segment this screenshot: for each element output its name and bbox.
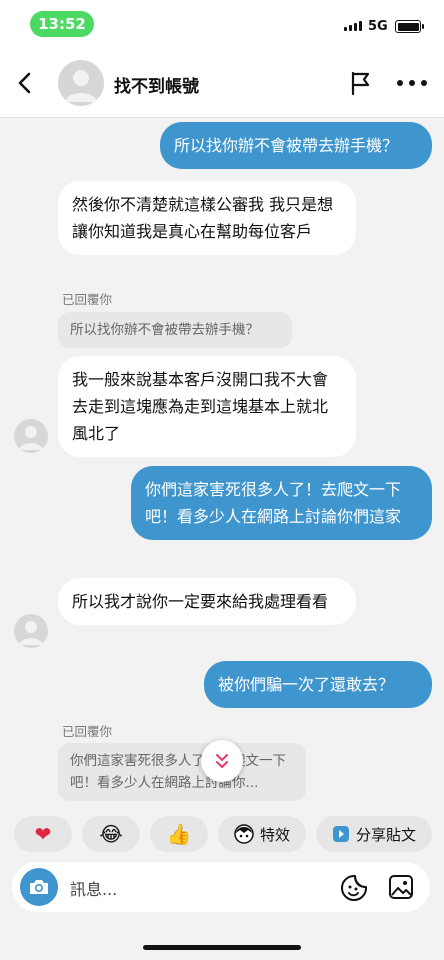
camera-icon: [30, 880, 48, 894]
default-avatar-icon: [19, 621, 43, 645]
message-sent[interactable]: 所以找你辦不會被帶去辦手機？: [160, 122, 432, 169]
signal-icon: [344, 21, 362, 31]
flag-icon: [351, 71, 370, 96]
more-dots-icon: [397, 80, 403, 86]
quick-reaction-thumbs-up[interactable]: 👍: [150, 816, 208, 852]
message-received[interactable]: 所以我才說你一定要來給我處理看看: [58, 578, 356, 625]
default-avatar-icon: [65, 70, 97, 102]
default-avatar-icon: [19, 426, 43, 450]
effects-label: 特效: [259, 825, 290, 844]
message-sent[interactable]: 被你們騙一次了還敢去？: [204, 661, 432, 708]
camera-button[interactable]: [20, 868, 58, 906]
message-input[interactable]: 訊息...: [70, 876, 117, 900]
more-options-button[interactable]: [397, 70, 427, 96]
sender-avatar[interactable]: [14, 614, 48, 648]
contact-name[interactable]: 找不到帳號: [114, 72, 199, 97]
back-arrow-icon: [18, 72, 31, 94]
status-bar: 13:52 5G: [0, 0, 444, 48]
share-post-button[interactable]: 分享貼文: [316, 816, 432, 852]
reply-label: 已回覆你: [62, 292, 113, 307]
image-icon: [389, 875, 413, 899]
quick-reaction-heart[interactable]: ❤: [14, 816, 72, 852]
heart-icon: ❤: [34, 822, 52, 846]
message-sent[interactable]: 你們這家害死很多人了！去爬文一下吧！看多少人在網路上討論你們這家: [131, 466, 432, 540]
battery-icon: [395, 20, 424, 33]
home-indicator: [143, 945, 301, 950]
reply-label: 已回覆你: [62, 724, 113, 739]
message-composer: 訊息...: [12, 862, 430, 912]
laugh-emoji-icon: 😂: [99, 822, 123, 846]
network-label: 5G: [368, 19, 388, 34]
status-time: 13:52: [30, 11, 94, 37]
report-button[interactable]: [348, 70, 374, 96]
message-received[interactable]: 我一般來說基本客戶沒開口我不大會去走到這塊應為走到這塊基本上就北風北了: [58, 356, 356, 457]
quick-reaction-laugh[interactable]: 😂: [82, 816, 140, 852]
chat-header: 找不到帳號: [0, 48, 444, 118]
back-button[interactable]: [12, 70, 38, 96]
gallery-button[interactable]: [388, 874, 414, 900]
message-received[interactable]: 然後你不清楚就這樣公審我 我只是想讓你知道我是真心在幫助每位客戶: [58, 181, 356, 255]
thumbs-up-icon: 👍: [166, 822, 192, 846]
share-post-icon: [332, 826, 349, 842]
sticker-button[interactable]: [340, 874, 368, 902]
contact-avatar[interactable]: [58, 60, 104, 106]
quoted-reply[interactable]: 所以找你辦不會被帶去辦手機？: [58, 312, 292, 348]
effects-button[interactable]: 特效: [218, 816, 306, 852]
effects-face-icon: [234, 824, 254, 844]
chevron-double-down-icon: [216, 754, 228, 768]
sticker-icon: [341, 875, 367, 901]
quoted-reply[interactable]: 你們這家害死很多人了！去爬文一下吧！看多少人在網路上討論你...: [58, 743, 306, 801]
scroll-to-bottom-button[interactable]: [201, 740, 243, 782]
share-post-label: 分享貼文: [355, 825, 416, 844]
sender-avatar[interactable]: [14, 419, 48, 453]
